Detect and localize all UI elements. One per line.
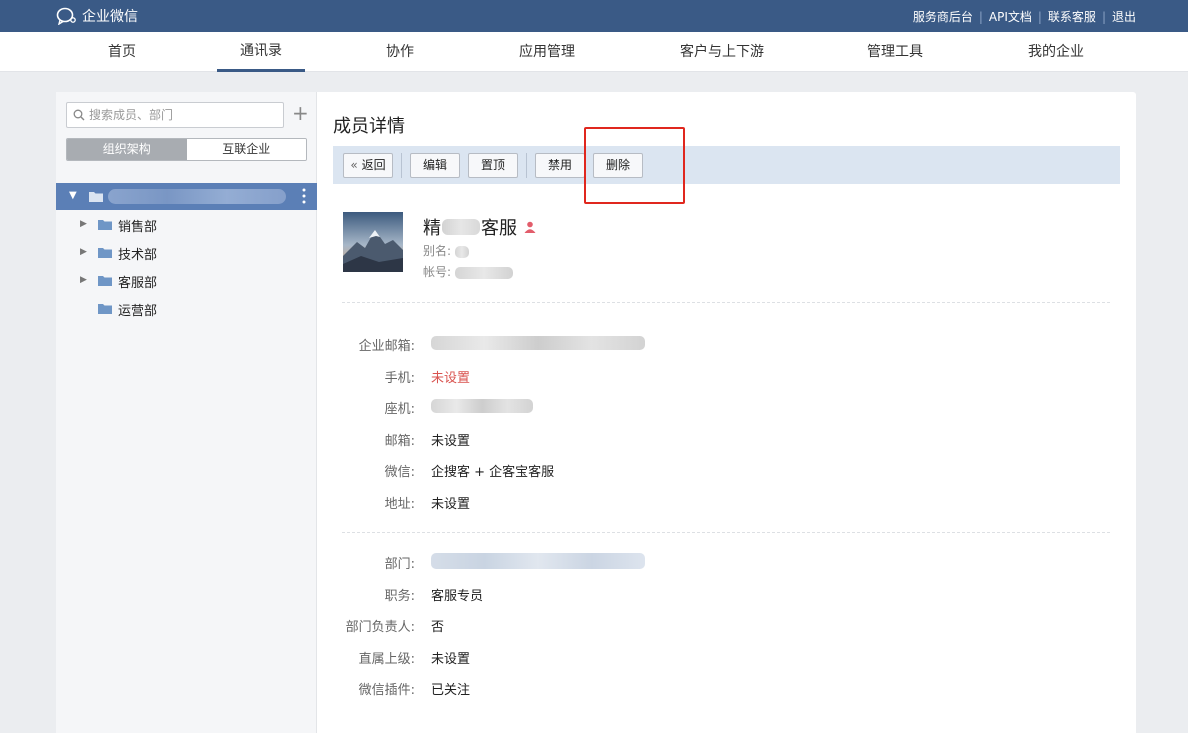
tree-item-dept[interactable]: 运营部 [56,296,317,322]
link-provider-backend[interactable]: 服务商后台 [913,8,973,25]
top-links: 服务商后台 | API文档 | 联系客服 | 退出 [913,8,1136,25]
page-title: 成员详情 [333,116,405,137]
caret-right-icon[interactable]: ▶ [80,219,87,229]
caret-right-icon[interactable]: ▶ [80,247,87,257]
tab-org-structure[interactable]: 组织架构 [67,139,187,160]
department-blurred [431,553,645,569]
alias-blurred [454,245,469,258]
sidebar: + 组织架构 互联企业 ▼ ▶ 销售部 ▶ 技术部 ▶ [56,92,317,733]
plugin-value: 已关注 [431,683,471,698]
main-nav: 首页 通讯录 协作 应用管理 客户与上下游 管理工具 我的企业 [0,32,1188,72]
toolbar-separator [526,153,527,178]
nav-home[interactable]: 首页 [86,32,158,72]
nav-customers[interactable]: 客户与上下游 [664,32,780,72]
logo-text: 企业微信 [82,9,138,25]
logo[interactable]: 企业微信 [56,6,138,26]
field-position: 职务: 客服专员 [333,585,933,605]
toolbar-separator [401,153,402,178]
caret-right-icon[interactable]: ▶ [80,275,87,285]
folder-icon [89,192,103,202]
account-row: 帐号: [423,263,513,280]
field-dept-head: 部门负责人: 否 [333,616,933,636]
search-icon [73,109,85,121]
mobile-value: 未设置 [431,371,471,386]
nav-collaboration[interactable]: 协作 [364,32,436,72]
account-blurred [454,266,513,279]
position-value: 客服专员 [431,589,484,604]
detail-toolbar: « 返回 编辑 置顶 禁用 删除 [333,146,1120,184]
user-icon [524,221,536,233]
field-address: 地址: 未设置 [333,493,933,513]
field-corp-email: 企业邮箱: [333,335,933,355]
divider [342,302,1110,303]
double-chevron-left-icon: « [350,158,358,172]
separator: | [1101,9,1106,24]
search-box[interactable] [66,102,284,128]
more-icon[interactable] [302,188,306,204]
field-wechat-plugin: 微信插件: 已关注 [333,679,933,699]
landline-blurred [431,398,533,413]
folder-icon [98,248,112,258]
separator: | [978,9,983,24]
sidebar-tabs: 组织架构 互联企业 [66,138,307,161]
link-contact-support[interactable]: 联系客服 [1048,8,1096,25]
tree-item-dept[interactable]: ▶ 销售部 [56,212,317,238]
nav-app-management[interactable]: 应用管理 [505,32,589,72]
name-blurred [442,219,480,235]
disable-button[interactable]: 禁用 [535,153,585,178]
field-email: 邮箱: 未设置 [333,430,933,450]
field-landline: 座机: [333,398,933,418]
divider [342,532,1110,533]
separator: | [1037,9,1042,24]
dept-label: 技术部 [118,248,158,263]
wechat-work-logo-icon [56,7,76,25]
tree-item-dept[interactable]: ▶ 客服部 [56,268,317,294]
nav-my-company[interactable]: 我的企业 [1014,32,1098,72]
field-wechat: 微信: 企搜客 + 企客宝客服 [333,461,933,481]
nav-management-tools[interactable]: 管理工具 [853,32,937,72]
superior-value: 未设置 [431,652,471,667]
top-bar: 企业微信 服务商后台 | API文档 | 联系客服 | 退出 [0,0,1188,32]
folder-icon [98,276,112,286]
corp-email-blurred [431,335,645,350]
link-api-docs[interactable]: API文档 [989,8,1032,25]
tree-root-company[interactable]: ▼ [56,183,317,210]
tree-item-dept[interactable]: ▶ 技术部 [56,240,317,266]
dept-head-value: 否 [431,620,445,635]
pin-button[interactable]: 置顶 [468,153,518,178]
delete-highlight-box [584,127,685,204]
tab-linked-companies[interactable]: 互联企业 [186,139,306,160]
nav-contacts[interactable]: 通讯录 [217,32,305,72]
plus-icon[interactable]: + [292,103,309,124]
company-name-blurred [108,189,286,204]
link-logout[interactable]: 退出 [1112,8,1136,25]
folder-icon [98,220,112,230]
main-panel: + 组织架构 互联企业 ▼ ▶ 销售部 ▶ 技术部 ▶ [56,92,1136,733]
wechat-value: 企搜客 + 企客宝客服 [431,465,555,480]
edit-button[interactable]: 编辑 [410,153,460,178]
dept-label: 客服部 [118,276,158,291]
dept-label: 销售部 [118,220,158,235]
avatar[interactable] [343,212,403,272]
field-superior: 直属上级: 未设置 [333,648,933,668]
address-value: 未设置 [431,497,471,512]
email-value: 未设置 [431,434,471,449]
search-input[interactable] [89,108,269,122]
caret-down-icon[interactable]: ▼ [69,190,77,201]
back-button[interactable]: « 返回 [343,153,393,178]
dept-label: 运营部 [118,304,158,319]
folder-icon [98,304,112,314]
member-name: 精 客服 [423,214,536,240]
field-mobile: 手机: 未设置 [333,367,933,387]
alias-row: 别名: [423,242,469,259]
field-department: 部门: [333,553,933,573]
